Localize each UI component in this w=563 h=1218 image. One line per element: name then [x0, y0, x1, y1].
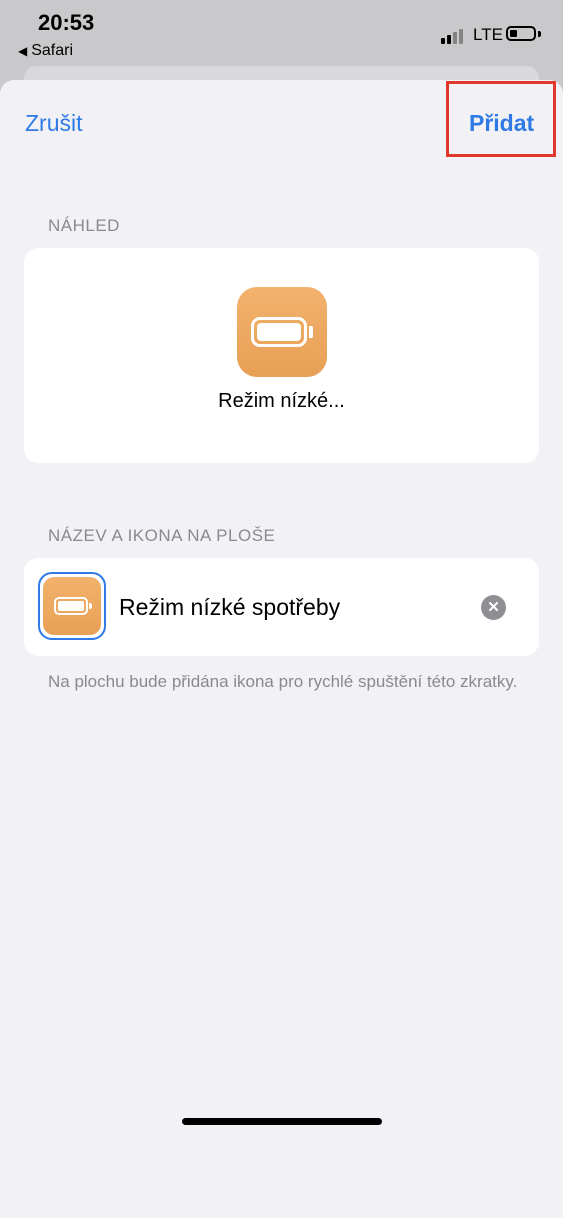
status-time: 20:53 [38, 10, 95, 35]
shortcut-name-field[interactable] [119, 590, 459, 624]
name-icon-section-header: NÁZEV A IKONA NA PLOŠE [48, 526, 276, 545]
add-button-highlight[interactable]: Přidat [446, 81, 556, 157]
battery-status-icon [506, 26, 536, 41]
network-type-label: LTE [473, 25, 503, 44]
name-icon-card: ✕ [24, 558, 539, 656]
cellular-signal-icon [441, 28, 467, 44]
clear-text-icon[interactable]: ✕ [481, 595, 506, 620]
status-bar: 20:53 ◀ Safari LTE [0, 0, 563, 70]
battery-icon-small [43, 577, 101, 635]
add-button[interactable]: Přidat [469, 110, 534, 137]
change-icon-button[interactable] [38, 572, 106, 640]
back-app-label: Safari [31, 42, 74, 59]
preview-card: Režim nízké... [24, 248, 539, 463]
back-to-app-button[interactable]: ◀ Safari [18, 42, 73, 60]
add-to-home-sheet: Zrušit Přidat NÁHLED Režim nízké... NÁZE… [0, 80, 563, 1218]
back-arrow-icon: ◀ [18, 44, 28, 58]
cancel-button[interactable]: Zrušit [25, 110, 83, 137]
footer-note: Na plochu bude přidána ikona pro rychlé … [48, 672, 518, 691]
preview-section-header: NÁHLED [48, 216, 120, 235]
battery-tip [538, 31, 541, 37]
home-indicator [182, 1118, 382, 1125]
battery-icon [237, 287, 327, 377]
preview-shortcut-name: Režim nízké... [218, 390, 345, 412]
